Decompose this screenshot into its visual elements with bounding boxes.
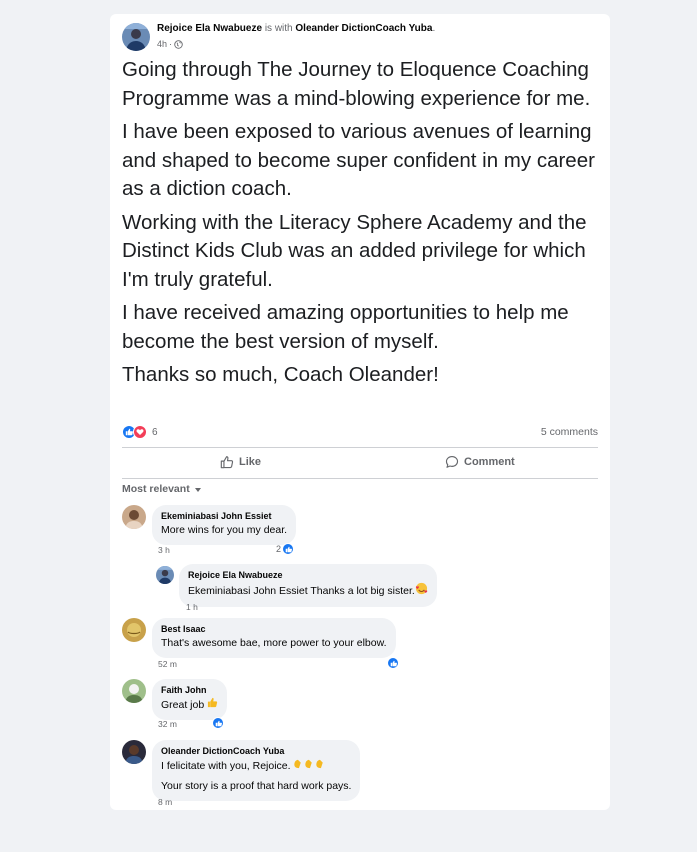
like-label: Like [239,456,262,468]
comment-author[interactable]: Best Isaac [161,623,387,636]
with-text: is with [262,23,296,34]
tagged-suffix: . [432,23,436,34]
comment-text-line2: Your story is a proof that hard work pay… [161,780,352,792]
comment-reaction[interactable]: 2 [276,543,295,555]
comment-time[interactable]: 52 m [158,659,177,669]
comment-text-content: I felicitate with you, Rejoice. [161,759,291,772]
reaction-summary[interactable]: 6 [122,425,158,439]
comment-author[interactable]: Ekeminiabasi John Essiet [161,510,287,523]
comment-time[interactable]: 8 m [158,797,172,807]
comment-reaction[interactable] [387,657,399,669]
sort-label: Most relevant [122,483,190,495]
post-text: Going through The Journey to Eloquence C… [122,56,604,395]
comment-bubble: Oleander DictionCoach Yuba I felicitate … [152,740,361,801]
commenter-avatar[interactable] [122,505,146,529]
post-paragraph: I have received amazing opportunities to… [122,301,569,353]
post-header: Rejoice Ela Nwabueze is with Oleander Di… [157,23,435,34]
thumbs-up-outline-icon [220,456,234,469]
meta-separator: · [169,39,173,49]
comment-time[interactable]: 1 h [186,602,198,612]
comment-text: I felicitate with you, Rejoice. [161,758,351,774]
divider [122,447,598,448]
reaction-count: 6 [152,426,158,438]
comment-reaction[interactable] [212,717,224,729]
thumbs-up-icon [207,697,218,713]
like-icon [282,543,295,555]
comment-author[interactable]: Oleander DictionCoach Yuba [161,745,351,758]
comment-time[interactable]: 32 m [158,719,177,729]
comment-bubble: Faith John Great job [152,679,228,720]
comments-count-link[interactable]: 5 comments [541,426,598,438]
smiling-face-with-hearts-icon [415,582,428,600]
post-paragraph: Working with the Literacy Sphere Academy… [122,210,587,291]
clapping-hands-icon [291,758,327,774]
comment-bubble: Best Isaac That's awesome bae, more powe… [152,618,396,658]
divider [122,478,598,479]
comment-sort-dropdown[interactable]: Most relevant [122,483,201,495]
commenter-avatar[interactable] [122,740,146,764]
reply-text: Ekeminiabasi John Essiet Thanks a lot bi… [188,584,415,597]
comment-author[interactable]: Rejoice Ela Nwabueze [188,569,428,582]
author-name[interactable]: Rejoice Ela Nwabueze [157,23,262,34]
comment-button[interactable]: Comment [445,455,515,469]
love-icon [133,425,147,439]
comment-label: Comment [464,456,515,468]
like-icon [212,717,224,729]
comment-bubble: Ekeminiabasi John Essiet More wins for y… [152,505,297,545]
globe-icon [174,39,183,49]
commenter-avatar[interactable] [122,679,146,703]
comment-text: That's awesome bae, more power to your e… [161,637,387,649]
comment-like-count: 2 [276,544,282,554]
comment-text: Great job [161,697,218,713]
commenter-avatar[interactable] [156,566,174,584]
comment-text-content: Great job [161,698,208,711]
post-card: Rejoice Ela Nwabueze is with Oleander Di… [110,14,610,810]
comment-author[interactable]: Faith John [161,684,218,697]
reply-bubble: Rejoice Ela Nwabueze Ekeminiabasi John E… [179,564,437,607]
like-button[interactable]: Like [220,455,261,469]
commenter-avatar[interactable] [122,618,146,642]
comment-time[interactable]: 3 h [158,545,170,555]
tagged-name[interactable]: Oleander DictionCoach Yuba [295,23,432,34]
post-time[interactable]: 4h [157,39,167,49]
comment-text: More wins for you my dear. [161,524,288,536]
post-paragraph: I have been exposed to various avenues o… [122,120,595,200]
comment-text: Ekeminiabasi John Essiet Thanks a lot bi… [188,582,428,600]
caret-down-icon [194,488,201,492]
post-paragraph: Thanks so much, Coach Oleander! [122,363,439,386]
post-paragraph: Going through The Journey to Eloquence C… [122,58,591,110]
author-avatar[interactable] [122,23,150,51]
comment-icon [445,456,459,468]
post-meta: 4h · [157,39,183,49]
like-icon [387,657,399,669]
